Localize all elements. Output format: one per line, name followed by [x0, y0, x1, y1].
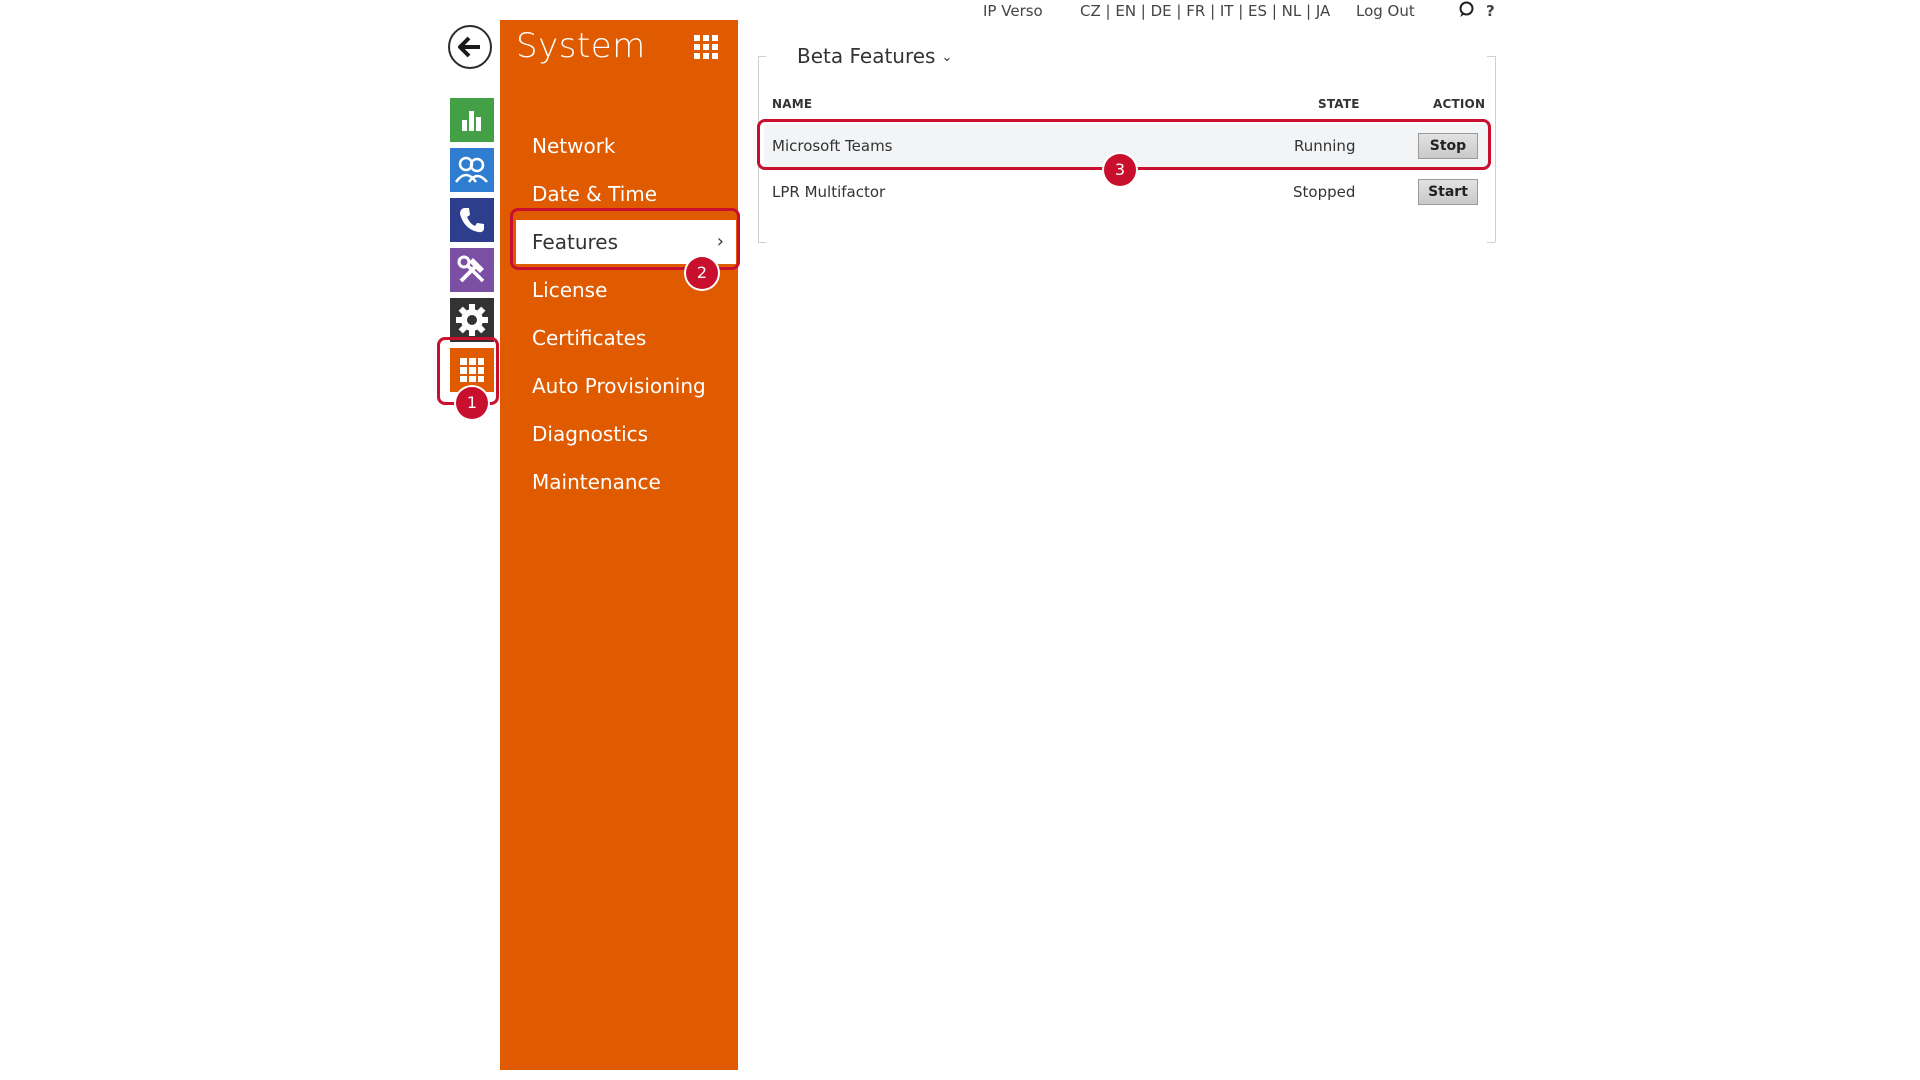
section-dropdown[interactable]: Beta Features ⌄ — [793, 44, 957, 68]
menu-item-diagnostics[interactable]: Diagnostics — [500, 412, 738, 456]
chevron-down-icon: ⌄ — [941, 50, 953, 65]
panel-corner — [1487, 56, 1495, 57]
feature-state: Stopped — [1293, 183, 1356, 201]
menu-item-network[interactable]: Network — [500, 124, 738, 168]
section-dropdown-label: Beta Features — [797, 44, 936, 68]
gear-icon — [456, 304, 488, 336]
column-header-action: ACTION — [1433, 97, 1486, 111]
chat-icon[interactable] — [1458, 1, 1475, 22]
callout-badge-2: 2 — [686, 257, 718, 289]
app-calls[interactable] — [450, 198, 494, 242]
callout-badge-3: 3 — [1104, 154, 1136, 186]
feature-name: LPR Multifactor — [772, 183, 886, 201]
device-name: IP Verso — [983, 2, 1043, 20]
menu-item-certificates[interactable]: Certificates — [500, 316, 738, 360]
start-button[interactable]: Start — [1418, 179, 1478, 205]
arrow-left-icon — [458, 36, 480, 58]
tools-icon — [457, 255, 485, 283]
grid-icon[interactable] — [694, 35, 718, 63]
app-hardware[interactable] — [450, 298, 494, 342]
app-status[interactable] — [450, 98, 494, 142]
column-header-state: STATE — [1318, 97, 1360, 111]
menu-item-maintenance[interactable]: Maintenance — [500, 460, 738, 504]
panel-corner — [758, 56, 766, 57]
users-icon — [455, 156, 488, 183]
phone-icon — [460, 208, 484, 233]
language-selector[interactable]: CZ | EN | DE | FR | IT | ES | NL | JA — [1080, 2, 1330, 20]
logout-link[interactable]: Log Out — [1356, 2, 1415, 20]
app-services[interactable] — [450, 248, 494, 292]
help-icon[interactable]: ? — [1486, 2, 1495, 20]
column-header-name: NAME — [772, 97, 813, 111]
system-menu: System Network Date & Time Features › Li… — [500, 20, 738, 1070]
menu-title: System — [516, 26, 646, 66]
callout-badge-1: 1 — [456, 387, 488, 419]
panel-corner — [1487, 242, 1495, 243]
panel-corner — [758, 242, 766, 243]
top-bar: IP Verso CZ | EN | DE | FR | IT | ES | N… — [0, 0, 1920, 24]
menu-item-auto-provisioning[interactable]: Auto Provisioning — [500, 364, 738, 408]
app-directory[interactable] — [450, 148, 494, 192]
bar-chart-icon — [462, 111, 481, 131]
back-button[interactable] — [448, 25, 492, 69]
